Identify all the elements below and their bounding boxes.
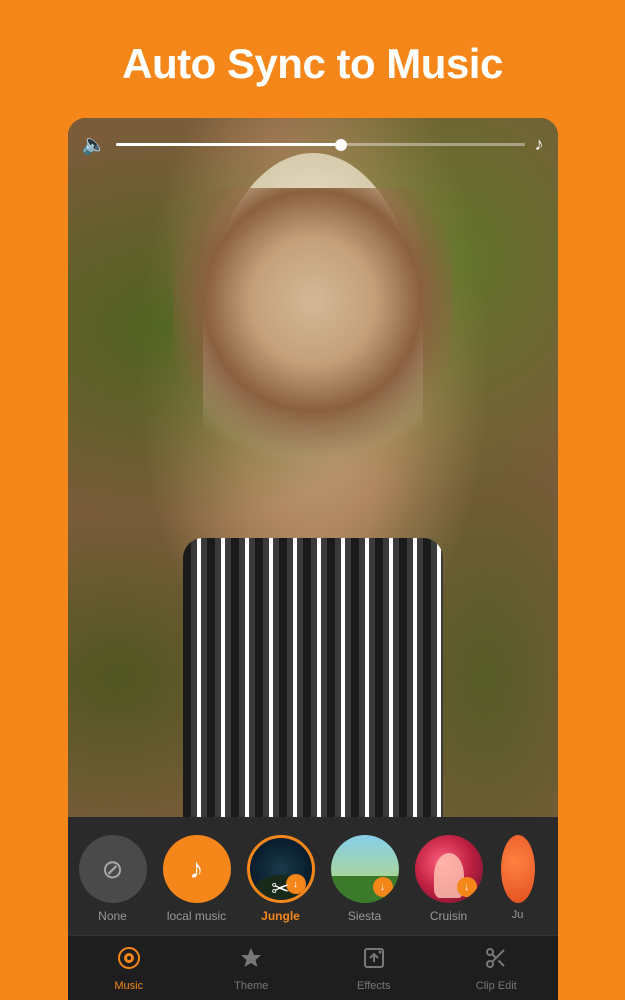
theme-nav-icon: [239, 946, 263, 976]
bottom-nav: Music Theme Effects: [68, 935, 558, 1000]
music-item-none[interactable]: ⊘ None: [78, 835, 148, 923]
progress-bar[interactable]: [116, 143, 524, 146]
ju-label: Ju: [512, 909, 524, 921]
siesta-download-icon: ↓: [373, 877, 393, 897]
jungle-circle: ✂ ↓: [247, 835, 315, 903]
page-title: Auto Sync to Music: [122, 40, 503, 88]
clip-edit-nav-icon: [484, 946, 508, 976]
music-note-icon: ♪: [535, 134, 544, 155]
effects-nav-icon: [362, 946, 386, 976]
jungle-label: Jungle: [261, 909, 300, 923]
phone-mockup: 🔈 ♪ ⊘ None ♪ local mu: [68, 118, 558, 1000]
music-nav-label: Music: [114, 980, 143, 992]
effects-nav-label: Effects: [357, 980, 390, 992]
progress-dot: [335, 139, 347, 151]
nav-item-clip-edit[interactable]: Clip Edit: [435, 936, 558, 1000]
music-items-list: ⊘ None ♪ local music ✂ ↓: [78, 835, 548, 923]
ju-circle: [501, 835, 535, 903]
shirt-layer: [183, 538, 443, 817]
music-nav-icon: [117, 946, 141, 976]
volume-icon[interactable]: 🔈: [82, 132, 107, 157]
music-selector: ⊘ None ♪ local music ✂ ↓: [68, 817, 558, 935]
nav-item-music[interactable]: Music: [68, 936, 191, 1000]
cruisin-label: Cruisin: [430, 909, 467, 923]
music-item-cruisin[interactable]: ↓ Cruisin: [414, 835, 484, 923]
siesta-circle: ↓: [331, 835, 399, 903]
video-controls: 🔈 ♪: [82, 132, 544, 157]
local-music-circle: ♪: [163, 835, 231, 903]
cruisin-circle: ↓: [415, 835, 483, 903]
music-item-jungle[interactable]: ✂ ↓ Jungle: [246, 835, 316, 923]
local-music-icon: ♪: [190, 853, 204, 885]
siesta-label: Siesta: [348, 909, 381, 923]
jungle-scissors-icon: ✂: [271, 876, 289, 900]
clip-edit-nav-label: Clip Edit: [476, 980, 517, 992]
nav-item-theme[interactable]: Theme: [190, 936, 313, 1000]
slash-icon: ⊘: [102, 854, 124, 885]
music-item-ju[interactable]: Ju: [498, 835, 538, 921]
progress-fill: [116, 143, 340, 146]
header: Auto Sync to Music: [0, 0, 625, 118]
video-background: [68, 118, 558, 817]
local-music-label: local music: [167, 909, 226, 923]
video-area: 🔈 ♪: [68, 118, 558, 817]
none-label: None: [98, 909, 127, 923]
cruisin-download-icon: ↓: [457, 877, 477, 897]
music-item-siesta[interactable]: ↓ Siesta: [330, 835, 400, 923]
music-item-local[interactable]: ♪ local music: [162, 835, 232, 923]
nav-item-effects[interactable]: Effects: [313, 936, 436, 1000]
theme-nav-label: Theme: [234, 980, 268, 992]
none-circle: ⊘: [79, 835, 147, 903]
